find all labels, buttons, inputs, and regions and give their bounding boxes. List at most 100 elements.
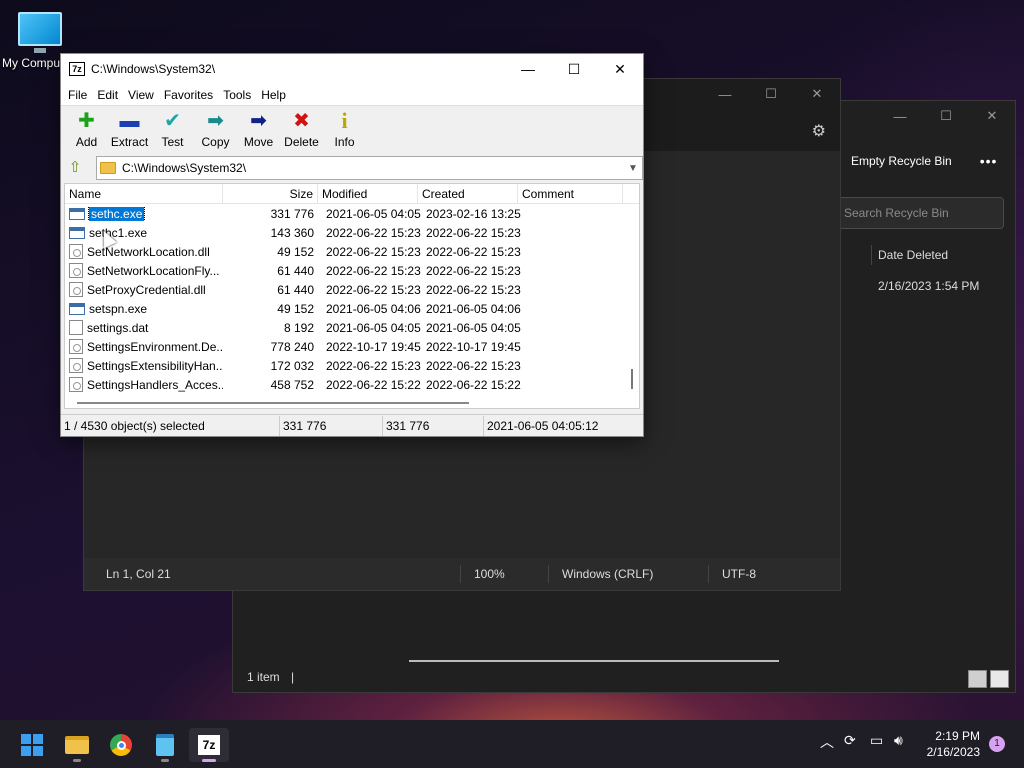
- file-created: 2023-02-16 13:25: [426, 206, 521, 221]
- vertical-scrollbar-thumb[interactable]: [631, 369, 633, 389]
- toolbar-label: Test: [161, 135, 184, 149]
- tiles-view-icon[interactable]: [990, 670, 1009, 688]
- menu-bar: File Edit View Favorites Tools Help: [61, 84, 643, 106]
- clock[interactable]: 2:19 PM 2/16/2023: [927, 728, 980, 760]
- minus-icon: ▬: [119, 110, 140, 132]
- horizontal-scrollbar-thumb[interactable]: [77, 402, 469, 404]
- title-bar[interactable]: 7z C:\Windows\System32\ — ☐ ✕: [61, 54, 643, 84]
- cursor-position: Ln 1, Col 21: [106, 567, 171, 581]
- column-header-name[interactable]: Name: [65, 184, 223, 203]
- menu-tools[interactable]: Tools: [218, 88, 256, 102]
- file-size: 458 752: [270, 377, 314, 392]
- address-bar: ⇧ C:\Windows\System32\ ▼: [61, 155, 643, 181]
- taskbar-chrome[interactable]: [101, 728, 141, 762]
- add-button[interactable]: ✚ Add: [65, 106, 108, 154]
- more-options-icon[interactable]: •••: [980, 153, 998, 169]
- taskbar-7zip[interactable]: 7z: [189, 728, 229, 762]
- start-button[interactable]: [12, 728, 52, 762]
- file-name: sethc.exe: [87, 206, 146, 221]
- table-row[interactable]: SetProxyCredential.dll 61 440 2022-06-22 1…: [65, 280, 639, 299]
- details-view-icon[interactable]: [968, 670, 987, 688]
- column-header-size[interactable]: Size: [223, 184, 318, 203]
- file-icon: [69, 377, 83, 392]
- empty-recycle-bin-button[interactable]: Empty Recycle Bin: [851, 154, 952, 168]
- extract-button[interactable]: ▬ Extract: [108, 106, 151, 154]
- table-row[interactable]: SettingsHandlers_Acces... 458 752 2022-06-…: [65, 375, 639, 394]
- volume-icon[interactable]: 🔊︎: [894, 732, 903, 749]
- file-name: SetProxyCredential.dll: [87, 282, 206, 297]
- address-combobox[interactable]: C:\Windows\System32\ ▼: [96, 156, 643, 180]
- menu-help[interactable]: Help: [256, 88, 291, 102]
- status-divider: |: [291, 670, 295, 684]
- file-created: 2021-06-05 04:06: [426, 301, 521, 316]
- notification-badge[interactable]: 1: [989, 736, 1005, 752]
- horizontal-scrollbar[interactable]: [409, 660, 779, 662]
- network-icon[interactable]: ▭: [870, 732, 883, 749]
- encoding: UTF-8: [722, 567, 756, 581]
- search-recycle-bin-input[interactable]: Search Recycle Bin: [838, 197, 1004, 229]
- minimize-icon[interactable]: —: [702, 79, 748, 109]
- up-folder-icon[interactable]: ⇧: [64, 157, 86, 179]
- table-row[interactable]: sethc1.exe 143 360 2022-06-22 15:23 2022-06…: [65, 223, 639, 242]
- notepad-status-bar: Ln 1, Col 21 100% Windows (CRLF) UTF-8: [84, 558, 840, 590]
- chevron-up-icon[interactable]: ︿: [820, 732, 834, 752]
- taskbar-notepad[interactable]: [145, 728, 185, 762]
- table-row[interactable]: SetNetworkLocation.dll 49 152 2022-06-22 1…: [65, 242, 639, 261]
- move-button[interactable]: ➡ Move: [237, 106, 280, 154]
- menu-file[interactable]: File: [63, 88, 92, 102]
- file-modified: 2022-06-22 15:23: [326, 358, 421, 373]
- file-size: 8 192: [283, 320, 314, 335]
- file-size: 61 440: [277, 282, 314, 297]
- delete-button[interactable]: ✖ Delete: [280, 106, 323, 154]
- table-row[interactable]: SetNetworkLocationFly... 61 440 2022-06-22…: [65, 261, 639, 280]
- table-row[interactable]: setspn.exe 49 152 2021-06-05 04:06 2021-06-…: [65, 299, 639, 318]
- taskbar-file-explorer[interactable]: [57, 728, 97, 762]
- status-bar: 1 / 4530 object(s) selected 331 776 331 …: [61, 414, 643, 436]
- taskbar: 7z ︿ ⟳ ▭ 🔊︎ 2:19 PM 2/16/2023 1: [0, 720, 1024, 768]
- column-header-modified[interactable]: Modified: [318, 184, 418, 203]
- column-header-date-deleted[interactable]: Date Deleted: [871, 245, 948, 265]
- file-modified: 2022-06-22 15:23: [326, 282, 421, 297]
- menu-view[interactable]: View: [123, 88, 159, 102]
- table-row[interactable]: SettingsExtensibilityHan... 172 032 2022-0…: [65, 356, 639, 375]
- table-row[interactable]: settings.dat 8 192 2021-06-05 04:05 2021-06…: [65, 318, 639, 337]
- file-created: 2022-10-17 19:45: [426, 339, 521, 354]
- chevron-down-icon[interactable]: ▼: [624, 163, 642, 174]
- maximize-icon[interactable]: ☐: [748, 79, 794, 109]
- menu-edit[interactable]: Edit: [92, 88, 123, 102]
- chrome-icon: [110, 734, 132, 756]
- close-icon[interactable]: ✕: [969, 101, 1015, 131]
- 7zip-icon: 7z: [198, 735, 220, 755]
- address-path: C:\Windows\System32\: [122, 161, 247, 175]
- menu-favorites[interactable]: Favorites: [159, 88, 218, 102]
- file-modified: 2022-06-22 15:23: [326, 225, 421, 240]
- executable-file-icon: [69, 302, 85, 315]
- info-button[interactable]: i Info: [323, 106, 366, 154]
- column-header-created[interactable]: Created: [418, 184, 518, 203]
- table-row[interactable]: SettingsEnvironment.De... 778 240 2022-10-…: [65, 337, 639, 356]
- file-size: 49 152: [277, 301, 314, 316]
- minimize-icon[interactable]: —: [877, 101, 923, 131]
- file-list[interactable]: Name Size Modified Created Comment sethc…: [64, 183, 640, 409]
- column-header-comment[interactable]: Comment: [518, 184, 623, 203]
- file-created: 2022-06-22 15:23: [426, 358, 521, 373]
- clock-time: 2:19 PM: [935, 729, 980, 743]
- sync-icon[interactable]: ⟳: [844, 732, 856, 749]
- close-icon[interactable]: ✕: [794, 79, 840, 109]
- file-modified: 2021-06-05 04:06: [326, 301, 421, 316]
- close-icon[interactable]: ✕: [597, 54, 643, 84]
- copy-button[interactable]: ➡ Copy: [194, 106, 237, 154]
- folder-icon: [100, 162, 116, 174]
- maximize-icon[interactable]: ☐: [551, 54, 597, 84]
- toolbar-label: Move: [243, 135, 274, 149]
- minimize-icon[interactable]: —: [505, 54, 551, 84]
- file-modified: 2021-06-05 04:05: [326, 320, 421, 335]
- settings-gear-icon[interactable]: ⚙: [812, 121, 826, 141]
- table-row[interactable]: sethc.exe 331 776 2021-06-05 04:05 2023-02-…: [65, 204, 639, 223]
- file-created: 2022-06-22 15:23: [426, 225, 521, 240]
- file-created: 2022-06-22 15:23: [426, 282, 521, 297]
- test-button[interactable]: ✔ Test: [151, 106, 194, 154]
- maximize-icon[interactable]: ☐: [923, 101, 969, 131]
- file-modified: 2022-06-22 15:23: [326, 263, 421, 278]
- file-modified: 2022-06-22 15:23: [326, 244, 421, 259]
